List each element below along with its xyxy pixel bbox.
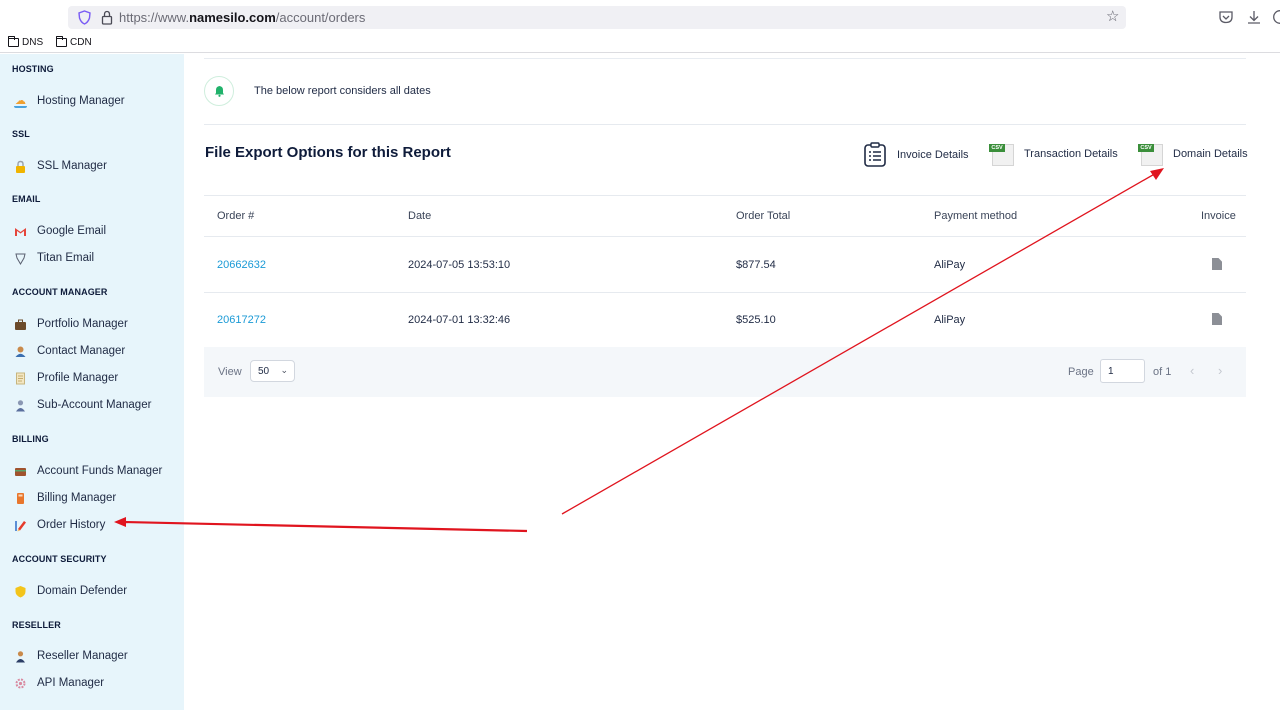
section-heading-reseller: RESELLER <box>12 620 61 630</box>
bookmark-cdn[interactable]: CDN <box>56 36 92 48</box>
folder-icon <box>56 36 67 47</box>
folder-icon <box>8 36 19 47</box>
browser-toolbar: https://www.namesilo.com/account/orders … <box>0 0 1280 34</box>
section-heading-email: EMAIL <box>12 194 41 204</box>
sidebar: HOSTING ☁ Hosting Manager SSL SSL Manager… <box>0 54 184 710</box>
bookmark-dns[interactable]: DNS <box>8 36 43 48</box>
column-header-date[interactable]: Date <box>408 210 431 222</box>
bookmark-star-icon[interactable]: ☆ <box>1106 9 1119 24</box>
main-content: The below report considers all dates Fil… <box>184 54 1280 710</box>
sidebar-item-titan-email[interactable]: Titan Email <box>14 249 94 267</box>
order-date: 2024-07-05 13:53:10 <box>408 259 511 271</box>
payment-method: AliPay <box>934 314 966 326</box>
order-number-link[interactable]: 20662632 <box>217 259 266 271</box>
sidebar-item-order-history[interactable]: Order History <box>14 516 105 534</box>
section-heading-billing: BILLING <box>12 434 49 444</box>
api-icon <box>14 677 27 690</box>
divider <box>204 195 1246 196</box>
profile-icon <box>14 372 27 385</box>
sub-account-icon <box>14 399 27 412</box>
order-total: $877.54 <box>736 259 776 271</box>
address-bar[interactable]: https://www.namesilo.com/account/orders <box>68 6 1126 29</box>
order-history-icon <box>14 519 27 532</box>
sidebar-item-profile-manager[interactable]: Profile Manager <box>14 369 118 387</box>
sidebar-item-reseller-manager[interactable]: Reseller Manager <box>14 647 128 665</box>
divider <box>204 58 1246 59</box>
table-footer: View 50 ⌄ Page 1 of 1 ‹ › <box>204 347 1246 397</box>
reseller-icon <box>14 650 27 663</box>
section-heading-hosting: HOSTING <box>12 64 54 74</box>
next-page-icon[interactable]: › <box>1218 363 1222 378</box>
chevron-down-icon: ⌄ <box>280 365 288 375</box>
column-header-payment-method[interactable]: Payment method <box>934 210 1017 222</box>
report-notice: The below report considers all dates <box>254 85 431 97</box>
column-header-order[interactable]: Order # <box>217 210 254 222</box>
per-page-select[interactable]: 50 ⌄ <box>250 360 295 382</box>
section-heading-account-manager: ACCOUNT MANAGER <box>12 287 108 297</box>
notice-badge <box>204 76 234 106</box>
invoice-icon <box>864 142 886 167</box>
section-heading-account-security: ACCOUNT SECURITY <box>12 554 107 564</box>
bookmarks-bar: DNS CDN <box>0 34 1280 53</box>
titan-icon <box>14 252 27 265</box>
sidebar-item-google-email[interactable]: Google Email <box>14 222 106 240</box>
export-domain-details[interactable]: CSV Domain Details <box>1138 142 1248 166</box>
invoice-document-icon[interactable] <box>1212 258 1222 270</box>
section-heading-ssl: SSL <box>12 129 30 139</box>
csv-icon: CSV <box>989 142 1015 166</box>
tracking-shield-icon[interactable] <box>78 10 91 25</box>
url-text[interactable]: https://www.namesilo.com/account/orders <box>119 10 365 25</box>
divider <box>204 292 1246 293</box>
page-count: of 1 <box>1153 366 1172 378</box>
pocket-icon[interactable] <box>1218 9 1234 25</box>
column-header-invoice: Invoice <box>1201 210 1236 222</box>
order-date: 2024-07-01 13:32:46 <box>408 314 511 326</box>
order-number-link[interactable]: 20617272 <box>217 314 266 326</box>
view-label: View <box>218 366 242 378</box>
billing-icon <box>14 492 27 505</box>
account-icon[interactable] <box>1272 9 1280 25</box>
page-label: Page <box>1068 366 1094 378</box>
sidebar-item-hosting-manager[interactable]: ☁ Hosting Manager <box>14 92 125 110</box>
export-title: File Export Options for this Report <box>205 144 451 161</box>
sidebar-item-billing-manager[interactable]: Billing Manager <box>14 489 116 507</box>
order-total: $525.10 <box>736 314 776 326</box>
divider <box>204 236 1246 237</box>
briefcase-icon <box>14 318 27 331</box>
wallet-icon <box>14 465 27 478</box>
sidebar-item-account-funds-manager[interactable]: Account Funds Manager <box>14 462 162 480</box>
payment-method: AliPay <box>934 259 966 271</box>
sidebar-item-api-manager[interactable]: API Manager <box>14 674 104 692</box>
sidebar-item-portfolio-manager[interactable]: Portfolio Manager <box>14 315 128 333</box>
invoice-document-icon[interactable] <box>1212 313 1222 325</box>
sidebar-item-contact-manager[interactable]: Contact Manager <box>14 342 125 360</box>
lock-icon[interactable] <box>101 10 113 25</box>
sidebar-item-sub-account-manager[interactable]: Sub-Account Manager <box>14 396 151 414</box>
divider <box>204 124 1246 125</box>
sidebar-item-ssl-manager[interactable]: SSL Manager <box>14 157 107 175</box>
shield-icon <box>14 585 27 598</box>
export-invoice-details[interactable]: Invoice Details <box>862 142 969 168</box>
download-icon[interactable] <box>1246 9 1262 25</box>
csv-icon: CSV <box>1138 142 1164 166</box>
column-header-order-total[interactable]: Order Total <box>736 210 790 222</box>
page-number-input[interactable]: 1 <box>1100 359 1145 383</box>
sidebar-item-domain-defender[interactable]: Domain Defender <box>14 582 127 600</box>
hosting-icon: ☁ <box>14 94 27 108</box>
previous-page-icon[interactable]: ‹ <box>1190 363 1194 378</box>
lock-icon <box>14 160 27 173</box>
gmail-icon <box>14 225 27 238</box>
export-transaction-details[interactable]: CSV Transaction Details <box>989 142 1118 166</box>
contact-icon <box>14 345 27 358</box>
bell-icon <box>215 86 224 97</box>
